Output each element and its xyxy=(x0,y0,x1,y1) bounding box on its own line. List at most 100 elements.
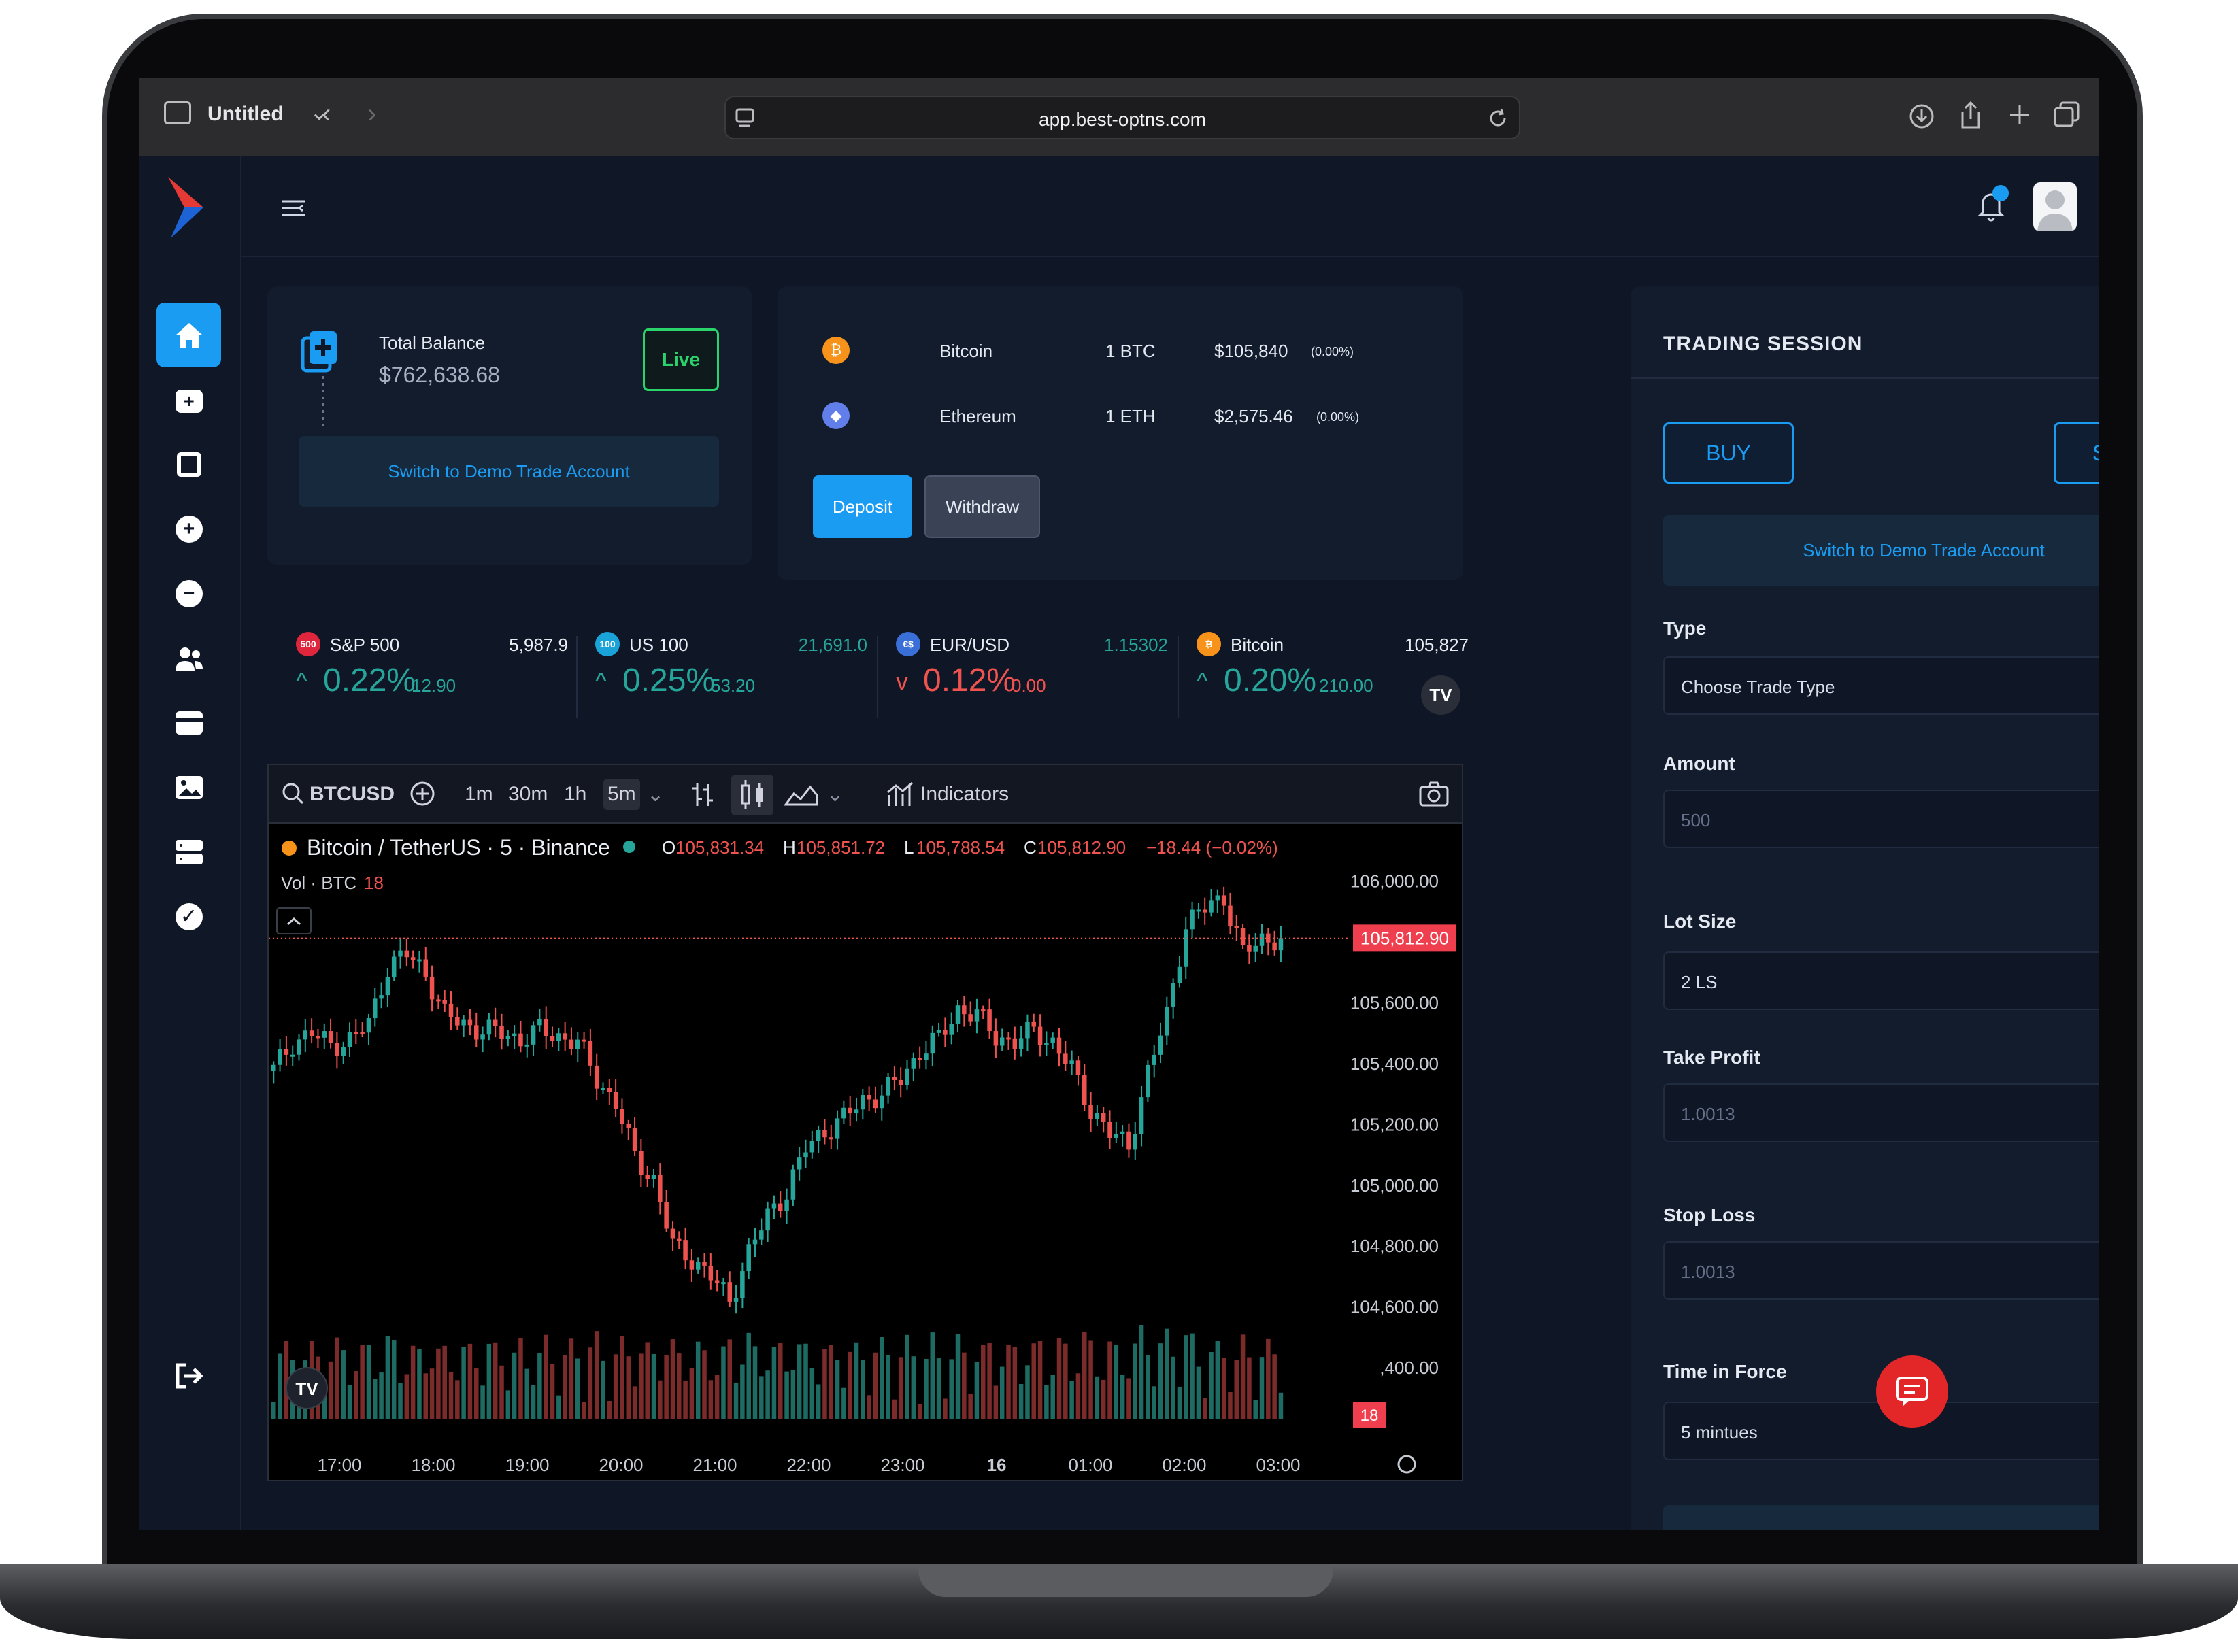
candle-body xyxy=(556,1033,561,1041)
forward-icon[interactable]: › xyxy=(367,99,376,129)
ticker-item[interactable]: €$ EUR/USD 1.15302 v 0.12% 0.00 xyxy=(896,629,1188,731)
stop-loss-input[interactable]: 1.0013 xyxy=(1663,1241,2099,1300)
candle-body xyxy=(861,1095,865,1110)
avatar[interactable] xyxy=(2033,182,2077,231)
candle-body xyxy=(778,1203,783,1211)
volume-bar xyxy=(1069,1381,1074,1419)
reader-icon[interactable] xyxy=(735,108,754,130)
nav-add[interactable]: + xyxy=(156,496,221,561)
live-badge[interactable]: Live xyxy=(643,328,719,391)
tradingview-logo-icon[interactable]: TV xyxy=(1421,675,1460,715)
price-chart[interactable]: BTCUSD 1m 30m 1h 5m ⌄ ⌄ Indicators 106,0… xyxy=(267,764,1463,1481)
lot-size-input[interactable]: 2 LS xyxy=(1663,951,2099,1010)
nav-users[interactable] xyxy=(156,626,221,690)
nav-deposit[interactable]: + xyxy=(156,369,221,433)
nav-home[interactable] xyxy=(156,303,221,367)
candle-type-button[interactable] xyxy=(731,775,773,815)
chart-type-dropdown-icon[interactable]: ⌄ xyxy=(826,783,844,807)
ticker-item[interactable]: 500 S&P 500 5,987.9 ^ 0.22% 12.90 xyxy=(296,629,588,731)
share-icon[interactable] xyxy=(1957,100,1984,130)
candle-body xyxy=(924,1053,929,1060)
candle-body xyxy=(987,1009,992,1032)
amount-input[interactable]: 500 ▴▾ xyxy=(1663,790,2099,848)
candlestick-plot[interactable]: 106,000.00 105,600.00 105,400.00 105,200.00… xyxy=(269,824,1462,1481)
auto-close-note: Your trade will auto close if SL or TP d… xyxy=(1663,1505,2099,1530)
switch-demo-button-panel[interactable]: Switch to Demo Trade Account xyxy=(1663,515,2099,586)
volume-bar xyxy=(835,1360,840,1419)
plus-circle-icon: + xyxy=(175,515,203,543)
compare-plus-icon[interactable] xyxy=(409,780,436,807)
nav-cpu[interactable] xyxy=(156,432,221,496)
reload-icon[interactable] xyxy=(1486,107,1509,130)
candle-body xyxy=(480,1034,485,1040)
camera-icon[interactable] xyxy=(1418,780,1450,807)
buy-button[interactable]: BUY xyxy=(1663,422,1794,484)
area-chart-icon[interactable] xyxy=(784,780,818,807)
holding-change: (0.00%) xyxy=(1311,345,1354,358)
timeframe-1m[interactable]: 1m xyxy=(465,783,493,806)
switch-demo-button[interactable]: Switch to Demo Trade Account xyxy=(299,436,719,507)
timeframe-1h[interactable]: 1h xyxy=(564,783,586,806)
tabs-overview-icon[interactable] xyxy=(2054,101,2081,129)
volume-bar xyxy=(423,1373,429,1419)
bell-icon[interactable] xyxy=(1975,185,2009,226)
indicators-icon[interactable] xyxy=(886,780,914,809)
candle-body xyxy=(829,1137,834,1140)
minus-circle-icon: − xyxy=(175,579,203,607)
candle-body xyxy=(594,1065,599,1089)
volume-bar xyxy=(886,1355,890,1419)
candle-body xyxy=(569,1039,574,1049)
timeframe-30m[interactable]: 30m xyxy=(508,783,548,806)
address-bar[interactable]: app.best-optns.com xyxy=(724,96,1520,139)
candle-body xyxy=(316,1036,320,1039)
volume-bar xyxy=(518,1338,523,1419)
volume-bar xyxy=(271,1402,276,1419)
nav-withdraw[interactable]: − xyxy=(156,561,221,626)
volume-bar xyxy=(1126,1378,1131,1419)
volume-bar xyxy=(1158,1343,1163,1419)
panel-divider xyxy=(1631,377,2099,379)
nav-cards[interactable] xyxy=(156,690,221,755)
ticker-item[interactable]: 100 US 100 21,691.0 ^ 0.25% 53.20 xyxy=(595,629,888,731)
menu-collapse-icon[interactable] xyxy=(281,199,308,219)
candle-body xyxy=(658,1175,663,1202)
deposit-button[interactable]: Deposit xyxy=(813,475,912,538)
back-icon[interactable]: ‹ xyxy=(322,99,331,129)
brand-logo[interactable] xyxy=(165,177,206,238)
tab-title[interactable]: Untitled xyxy=(207,103,284,126)
nav-gallery[interactable] xyxy=(156,755,221,820)
collapse-legend-button xyxy=(276,907,312,934)
chat-button[interactable] xyxy=(1876,1355,1948,1428)
nav-verify[interactable]: ✓ xyxy=(156,884,221,949)
legend-ohlc: 105,831.34 xyxy=(675,837,764,858)
x-tick-label: 21:00 xyxy=(692,1455,737,1475)
volume-bar xyxy=(1114,1344,1119,1419)
indicators-button[interactable]: Indicators xyxy=(920,783,1009,806)
volume-bar xyxy=(505,1390,511,1419)
new-tab-icon[interactable] xyxy=(2007,103,2032,127)
withdraw-button[interactable]: Withdraw xyxy=(924,475,1040,538)
volume-bar xyxy=(873,1352,878,1419)
volume-bar xyxy=(841,1387,846,1419)
trade-type-select[interactable]: Choose Trade Type xyxy=(1663,656,2099,715)
nav-logout[interactable] xyxy=(156,1343,221,1408)
nav-storage[interactable] xyxy=(156,820,221,884)
candle-body xyxy=(347,1032,352,1047)
volume-bar xyxy=(1177,1386,1182,1419)
take-profit-input[interactable]: 1.0013 xyxy=(1663,1083,2099,1142)
symbol-search[interactable]: BTCUSD xyxy=(310,783,395,806)
download-icon[interactable] xyxy=(1908,103,1935,130)
candle-body xyxy=(328,1031,333,1043)
timeframe-dropdown-icon[interactable]: ⌄ xyxy=(647,783,664,807)
candle-body xyxy=(1069,1060,1074,1064)
search-icon[interactable] xyxy=(281,781,305,806)
volume-bar xyxy=(1012,1347,1018,1419)
sidebar-toggle-icon[interactable] xyxy=(164,101,191,124)
candle-body xyxy=(632,1128,637,1151)
bar-chart-type-icon[interactable] xyxy=(689,780,716,809)
candle-body xyxy=(601,1088,605,1090)
sell-button[interactable]: SELL xyxy=(2054,422,2099,484)
candle-body xyxy=(1139,1097,1144,1134)
volume-bar xyxy=(1165,1328,1169,1419)
timeframe-5m[interactable]: 5m xyxy=(603,779,640,810)
